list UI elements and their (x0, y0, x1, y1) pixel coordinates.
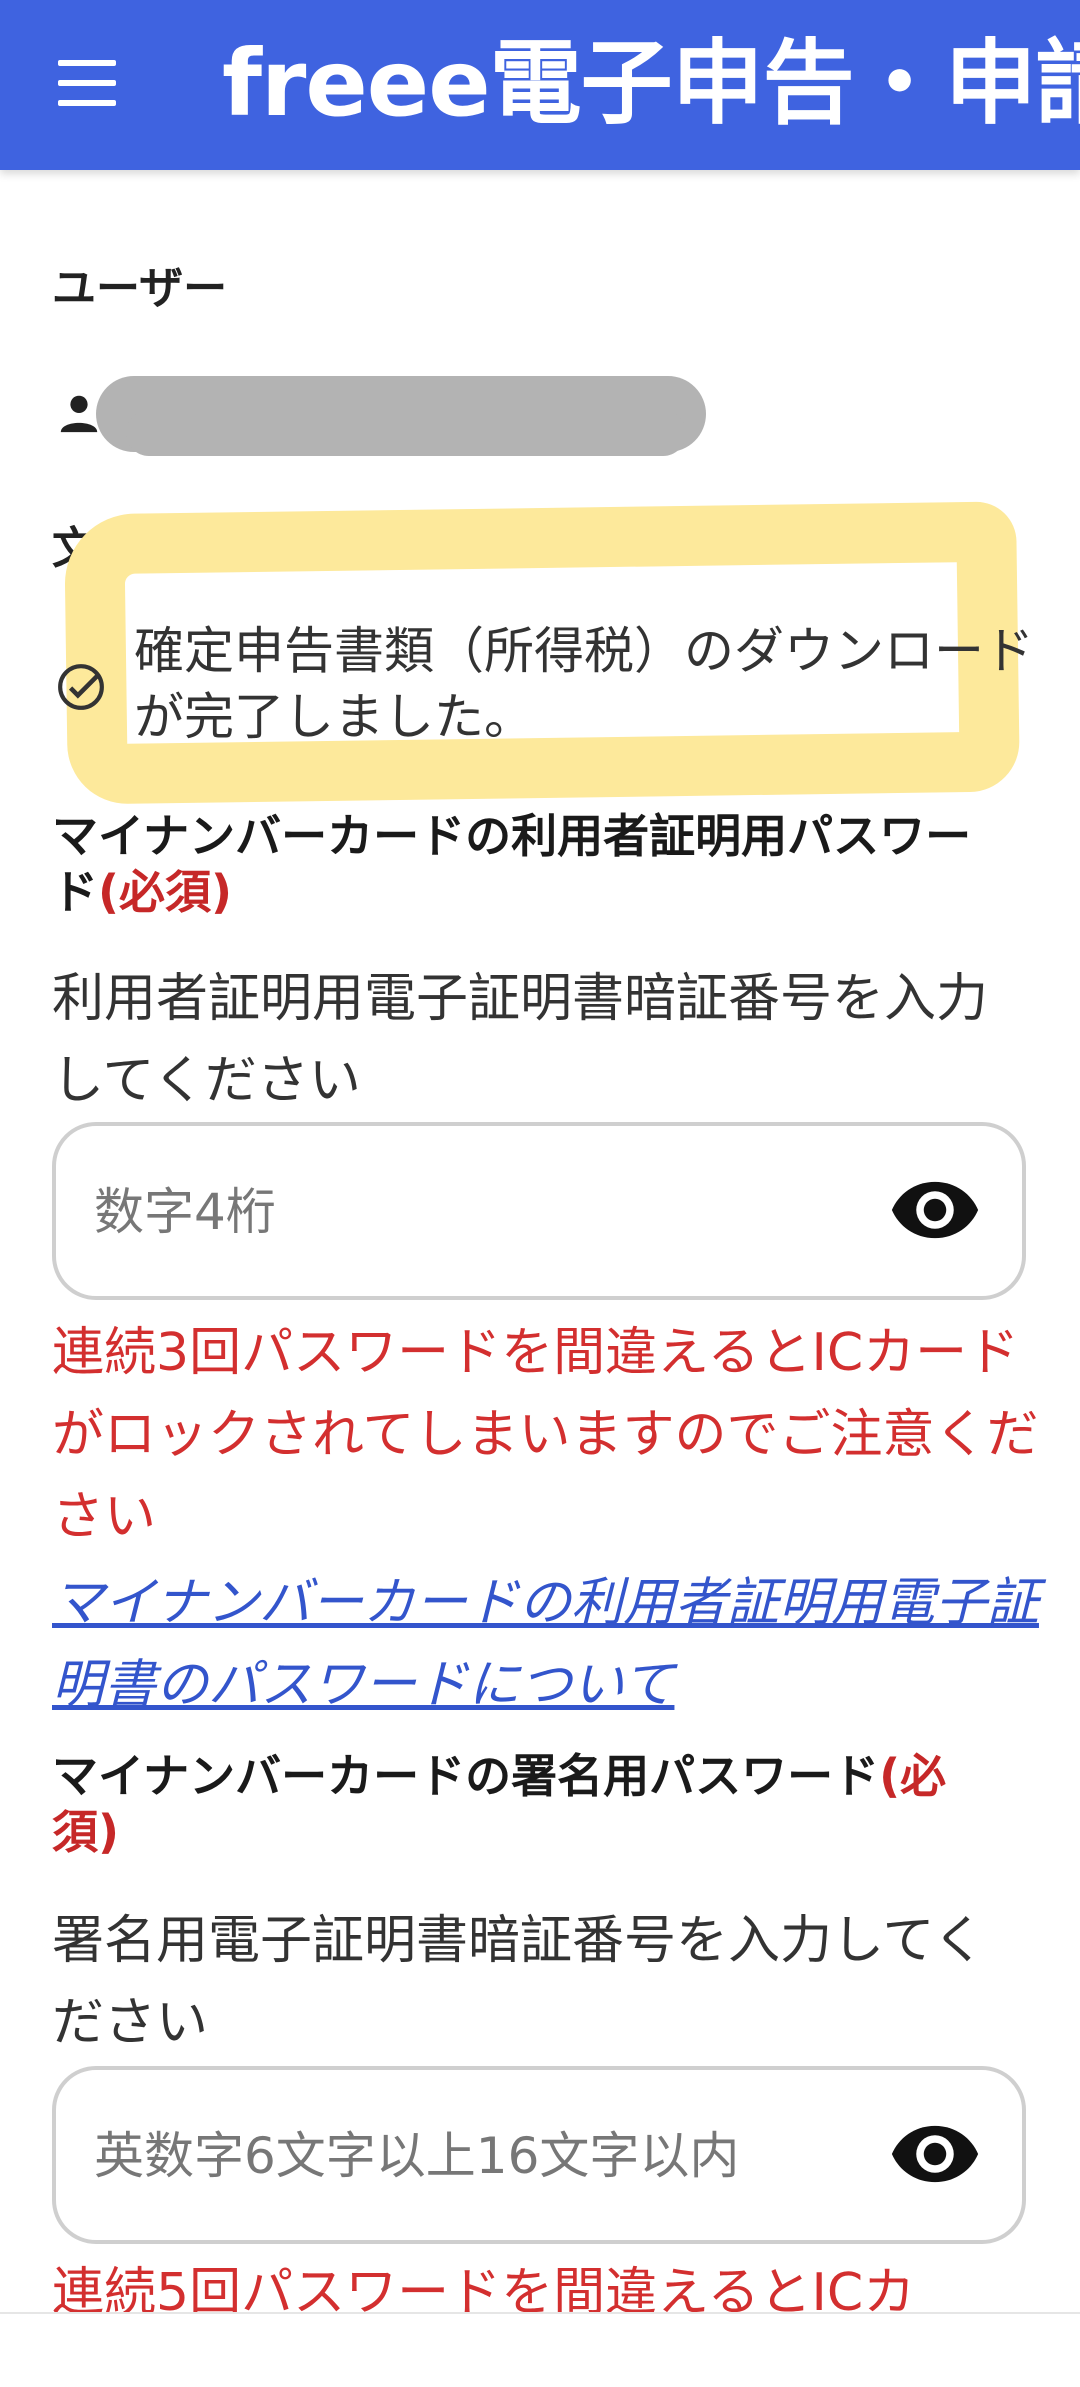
app-header: freee電子申告・申請 (0, 0, 1080, 170)
signature-password-field[interactable] (52, 2066, 1026, 2244)
user-cert-password-input[interactable] (92, 1166, 876, 1258)
signature-password-label: マイナンバーカードの署名用パスワード(必須) (52, 1748, 1012, 1860)
redacted-user-name-extra (126, 410, 686, 456)
signature-password-instruction: 署名用電子証明書暗証番号を入力してください (52, 1911, 985, 2053)
user-cert-password-field[interactable] (52, 1122, 1026, 1300)
eye-icon[interactable] (890, 2122, 980, 2186)
document-status-text: 確定申告書類（所得税）のダウンロードが完了しました。 (134, 622, 1034, 746)
required-badge: (必須) (98, 865, 233, 919)
user-cert-password-label: マイナンバーカードの利用者証明用パスワード(必須) (52, 808, 1012, 920)
signature-password-warning: 連続5回パスワードを間違えるとICカ (52, 2263, 916, 2312)
app-title: freee電子申告・申請 (222, 30, 1080, 137)
signature-password-input[interactable] (92, 2110, 876, 2202)
user-row (56, 370, 736, 460)
signature-password-label-text: マイナンバーカードの署名用パスワード (52, 1749, 880, 1803)
bottom-bar (0, 2314, 1080, 2387)
user-cert-password-instruction: 利用者証明用電子証明書暗証番号を入力してください (52, 969, 989, 1111)
check-circle-icon (58, 664, 104, 710)
hamburger-menu-icon[interactable] (58, 60, 116, 106)
user-section-label: ユーザー (52, 263, 228, 314)
eye-icon[interactable] (890, 1178, 980, 1242)
user-cert-password-help-link[interactable]: マイナンバーカードの利用者証明用電子証明書のパスワードについて (52, 1562, 1042, 1726)
user-cert-password-warning: 連続3回パスワードを間違えるとICカードがロックされてしまいますのでご注意くださ… (52, 1323, 1039, 1547)
